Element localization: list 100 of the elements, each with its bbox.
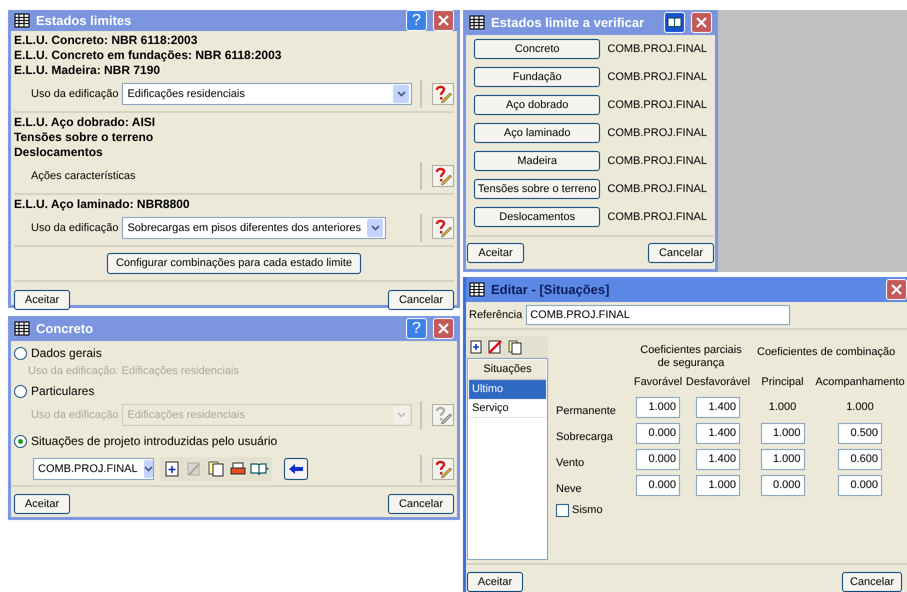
coefficient-field[interactable]: 1.000 [760,422,804,444]
coefficient-field[interactable]: 0.500 [838,422,882,444]
reference-field[interactable]: COMB.PROJ.FINAL [526,305,790,325]
section-heading: E.L.U. Concreto: NBR 6118:2003 [14,33,198,48]
help-button[interactable]: ? [406,10,427,31]
coefficient-field[interactable]: 0.000 [760,474,804,496]
help-button[interactable]: ? [406,318,427,339]
window-icon [14,321,30,336]
window-icon [14,13,30,28]
close-button[interactable] [433,318,454,339]
field-label: Uso da edificação [31,220,118,236]
accept-button[interactable]: Aceitar [467,572,523,592]
cancel-button[interactable]: Cancelar [388,290,454,310]
combination-value: COMB.PROJ.FINAL [607,42,707,57]
select-field[interactable]: Edificações residenciais [122,83,412,105]
close-button[interactable] [691,12,712,33]
copy-icon[interactable] [206,459,226,479]
question-pencil-icon [434,85,452,103]
checkbox-label: Sismo [572,502,603,518]
limit-state-button[interactable]: Aço dobrado [474,95,600,115]
copy-icon[interactable] [508,340,522,354]
help-edit-button[interactable] [432,165,454,187]
cancel-button[interactable]: Cancelar [388,494,454,514]
window-title: Editar - [Situações] [491,280,610,299]
section-heading: Deslocamentos [14,145,104,160]
configure-button[interactable]: Configurar combinações para cada estado limite [106,253,362,274]
arrow-left-icon [288,463,304,475]
row-label: Sobrecarga [556,430,614,444]
coefficient-value: 1.000 [768,400,796,415]
field-label: Referência [469,308,522,323]
new-icon[interactable] [470,340,482,354]
note-text: Uso da edificação: Edificações residenciais [27,364,240,379]
coefficient-field[interactable]: 0.000 [838,474,882,496]
select-field[interactable]: Sobrecargas em pisos diferentes dos anteriores [122,217,386,239]
section-heading: E.L.U. Concreto em fundações: NBR 6118:2003 [14,48,282,63]
combination-value: COMB.PROJ.FINAL [607,182,707,197]
coefficient-field[interactable]: 1.000 [760,448,804,470]
radio-label: Dados gerais [31,345,102,362]
book-icon [667,16,682,28]
help-edit-button[interactable] [432,83,454,105]
combination-value: COMB.PROJ.FINAL [607,210,707,225]
section-heading: E.L.U. Aço dobrado: AISI [14,115,156,130]
coefficient-value: 1.000 [846,400,874,415]
list-header: Situações [469,360,546,380]
question-pencil-icon [434,406,452,424]
cancel-button[interactable]: Cancelar [842,572,902,592]
coefficient-field[interactable]: 1.000 [696,474,740,496]
question-pencil-icon [434,167,452,185]
section-heading: E.L.U. Madeira: NBR 7190 [14,63,162,78]
help-edit-button[interactable] [432,404,454,426]
coefficient-field[interactable]: 0.600 [838,448,882,470]
field-label: Uso da edificação [31,408,118,423]
coefficient-field[interactable]: 1.400 [696,422,740,444]
section-heading: Tensões sobre o terreno [14,130,154,145]
coefficient-field[interactable]: 0.000 [636,448,680,470]
radio-button[interactable] [14,346,27,360]
row-label: Permanente [556,404,617,418]
coefficient-field[interactable]: 0.000 [636,474,680,496]
combination-value: COMB.PROJ.FINAL [607,126,707,141]
help-edit-button[interactable] [432,217,454,239]
close-button[interactable] [886,279,907,300]
delete-icon[interactable] [488,340,502,354]
coefficient-field[interactable]: 1.000 [636,396,680,418]
coefficient-field[interactable]: 1.400 [696,396,740,418]
caret-icon [396,412,406,418]
radio-label: Situações de projeto introduzidas pelo usuário [31,433,278,450]
select-field[interactable]: COMB.PROJ.FINAL [33,458,154,480]
row-label: Vento [556,456,586,470]
accept-button[interactable]: Aceitar [14,494,70,514]
checkbox[interactable] [556,504,569,516]
help-edit-button[interactable] [432,458,454,480]
limit-state-button[interactable]: Fundação [474,67,600,87]
accept-button[interactable]: Aceitar [467,243,524,263]
coefficient-field[interactable]: 1.400 [696,448,740,470]
window-title: Estados limites [36,12,132,30]
back-button[interactable] [284,458,308,480]
radio-button[interactable] [14,434,27,448]
caret-icon [396,91,406,97]
question-pencil-icon [434,460,452,478]
limit-state-button[interactable]: Deslocamentos [474,207,600,227]
situation-item[interactable]: Ultimo [469,380,546,399]
close-icon [438,15,449,26]
column-header: Favorável [632,374,684,390]
row-label: Neve [556,482,583,496]
section-heading: E.L.U. Aço laminado: NBR8800 [14,197,191,212]
column-header: Principal [760,374,805,390]
limit-state-button[interactable]: Concreto [474,39,600,59]
radio-label: Particulares [31,383,94,400]
limit-state-button[interactable]: Tensões sobre o terreno [474,179,600,199]
cancel-button[interactable]: Cancelar [648,243,714,263]
limit-state-button[interactable]: Aço laminado [474,123,600,143]
window-title: Estados limite a verificar [491,14,644,32]
coefficient-field[interactable]: 0.000 [636,422,680,444]
limit-state-button[interactable]: Madeira [474,151,600,171]
radio-button[interactable] [14,384,27,398]
book-button[interactable] [664,12,685,33]
close-button[interactable] [433,10,454,31]
column-header: Acompanhamento [814,374,906,390]
accept-button[interactable]: Aceitar [14,290,70,310]
caret-icon [370,225,380,231]
